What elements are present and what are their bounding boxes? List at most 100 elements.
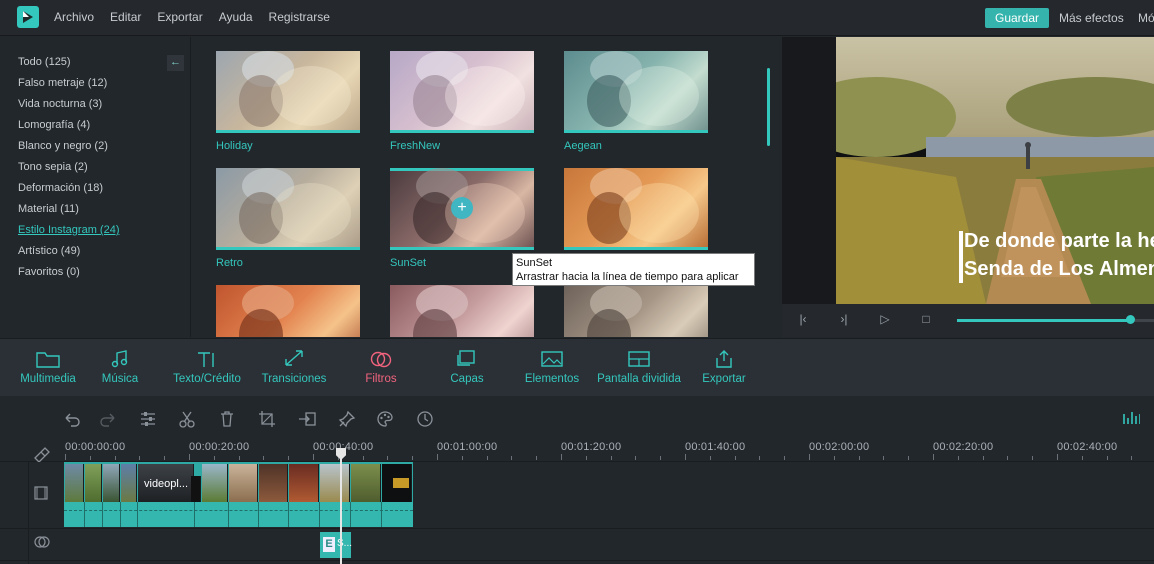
ruler-tick (164, 456, 166, 460)
track-separator (0, 560, 1154, 561)
more-menu-link[interactable]: Mó (1138, 11, 1154, 25)
ruler-tick (561, 454, 562, 460)
filter-thumbnail[interactable] (216, 285, 360, 337)
filter-grid-scrollbar[interactable] (767, 68, 770, 146)
video-clip[interactable] (351, 464, 381, 502)
ruler-tick (933, 454, 934, 460)
play-icon[interactable]: ▷ (878, 312, 892, 326)
back-arrow-icon[interactable]: ← (167, 55, 184, 71)
video-clip[interactable] (382, 464, 412, 502)
filter-thumbnail[interactable] (216, 168, 360, 250)
app-window: Archivo Editar Exportar Ayuda Registrars… (0, 0, 1154, 564)
adjust-icon[interactable] (139, 410, 157, 428)
step-back-icon[interactable]: ›| (837, 312, 851, 326)
video-clip[interactable] (121, 464, 137, 502)
undo-icon[interactable] (62, 410, 80, 428)
video-clip[interactable] (85, 464, 102, 502)
video-track-clips[interactable]: videopl... (64, 462, 413, 527)
effect-clip-icon: E (323, 537, 335, 552)
stop-icon[interactable]: □ (919, 312, 933, 326)
category-item[interactable]: Artístico (49) (18, 245, 80, 257)
ruler-tick (1131, 456, 1133, 460)
filter-label: Aegean (564, 140, 602, 152)
filter-thumbnail[interactable] (390, 285, 534, 337)
redo-icon[interactable] (100, 410, 118, 428)
category-item[interactable]: Deformación (18) (18, 182, 103, 194)
snap-icon[interactable] (33, 444, 51, 462)
effect-track-icon (34, 536, 50, 548)
ruler-tick (189, 454, 190, 460)
timeline-toolbar (0, 396, 1154, 436)
category-item[interactable]: Material (11) (18, 203, 79, 215)
category-item[interactable]: Favoritos (0) (18, 266, 80, 278)
category-item[interactable]: Vida nocturna (3) (18, 98, 102, 110)
tab-label: Transiciones (261, 373, 327, 385)
video-clip[interactable] (289, 464, 319, 502)
category-item[interactable]: Todo (125) (18, 56, 71, 68)
preview-video[interactable]: De donde parte la hermo Senda de Los Alm… (836, 37, 1154, 304)
video-clip-with-label[interactable]: videopl... (138, 464, 194, 502)
transition-icon (256, 349, 332, 369)
timecode: 00:02:00:00 (809, 441, 870, 453)
timecode: 00:00:00:00 (65, 441, 126, 453)
clip-divider (137, 502, 138, 527)
menu-editar[interactable]: Editar (110, 10, 141, 24)
video-clip[interactable] (320, 464, 350, 502)
category-item[interactable]: Blanco y negro (2) (18, 140, 108, 152)
ruler-tick (1007, 456, 1009, 460)
filter-thumbnail[interactable] (564, 168, 708, 250)
preview-progress-track[interactable] (957, 319, 1154, 322)
cut-icon[interactable] (178, 410, 196, 428)
tool-tabs: Multimedia Música Texto/Crédito Transici… (0, 338, 1154, 396)
category-item[interactable]: Falso metraje (12) (18, 77, 107, 89)
video-clip-label: videopl... (144, 478, 189, 490)
category-item-active[interactable]: Estilo Instagram (24) (18, 224, 119, 236)
tab-label: Texto/Crédito (173, 373, 241, 385)
clip-divider (350, 502, 351, 527)
effect-clip[interactable]: E S... (320, 532, 352, 558)
add-filter-icon[interactable]: + (451, 197, 473, 219)
timecode: 00:00:20:00 (189, 441, 250, 453)
thumbnail-accent-bar (216, 247, 360, 250)
preview-caption-line2: Senda de Los Almendro (964, 258, 1154, 280)
tab-label: Filtros (365, 373, 397, 385)
video-clip[interactable] (103, 464, 120, 502)
video-clip[interactable] (229, 464, 258, 502)
category-item[interactable]: Tono sepia (2) (18, 161, 88, 173)
delete-icon[interactable] (218, 410, 236, 428)
clock-icon[interactable] (416, 410, 434, 428)
filter-thumbnail[interactable] (564, 51, 708, 133)
menu-ayuda[interactable]: Ayuda (219, 10, 253, 24)
more-effects-link[interactable]: Más efectos (1059, 11, 1124, 25)
clip-divider (102, 502, 103, 527)
speed-icon[interactable] (298, 410, 316, 428)
filter-thumbnail[interactable] (564, 285, 708, 337)
menu-registrarse[interactable]: Registrarse (269, 10, 330, 24)
category-item[interactable]: Lomografía (4) (18, 119, 90, 131)
filter-thumbnail-hovered[interactable]: + (390, 168, 534, 250)
track-separator (0, 528, 1154, 529)
timecode: 00:02:20:00 (933, 441, 994, 453)
pin-icon[interactable] (338, 410, 356, 428)
skip-back-icon[interactable]: |‹ (796, 312, 810, 326)
save-button[interactable]: Guardar (985, 8, 1049, 28)
timeline-playhead[interactable] (340, 448, 342, 564)
video-clip[interactable] (65, 464, 84, 502)
ruler-tick (114, 456, 116, 460)
ruler-tick (213, 456, 215, 460)
filter-thumbnail[interactable] (216, 51, 360, 133)
video-clip[interactable] (259, 464, 288, 502)
timeline-ruler[interactable]: 00:00:00:00 00:00:20:00 00:00:40:00 00:0… (0, 436, 1154, 462)
audio-mixer-icon[interactable] (1122, 410, 1140, 428)
video-clip[interactable] (202, 464, 228, 502)
menu-archivo[interactable]: Archivo (54, 10, 94, 24)
filter-thumbnail[interactable] (390, 51, 534, 133)
tooltip-text: Arrastrar hacia la línea de tiempo para … (516, 271, 739, 283)
menu-exportar[interactable]: Exportar (157, 10, 202, 24)
color-palette-icon[interactable] (376, 410, 394, 428)
preview-progress-knob[interactable] (1126, 315, 1135, 324)
crop-icon[interactable] (258, 410, 276, 428)
folder-icon (10, 349, 86, 369)
clip-divider (194, 502, 195, 527)
filter-label: SunSet (390, 257, 427, 269)
